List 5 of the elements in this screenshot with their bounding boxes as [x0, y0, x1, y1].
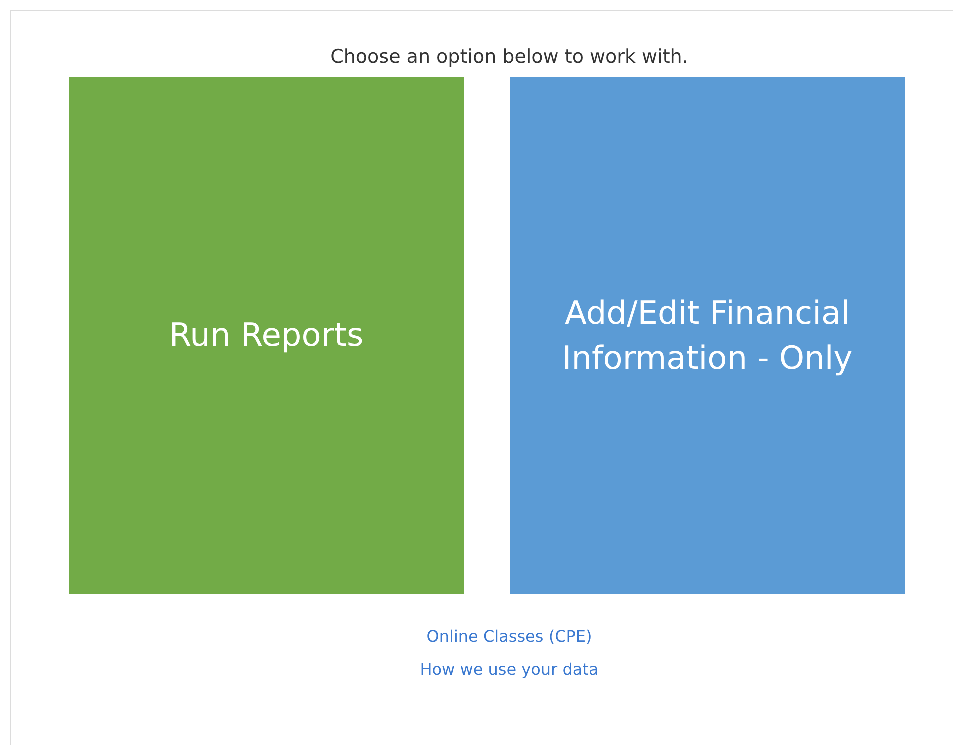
footer-link[interactable]: How we use your data	[420, 660, 599, 679]
option-tile[interactable]: Run Reports	[69, 77, 464, 594]
instruction-text: Choose an option below to work with.	[330, 46, 688, 68]
option-tile[interactable]: Add/Edit Financial Information - Only	[510, 77, 905, 594]
footer-link[interactable]: Online Classes (CPE)	[426, 627, 592, 646]
